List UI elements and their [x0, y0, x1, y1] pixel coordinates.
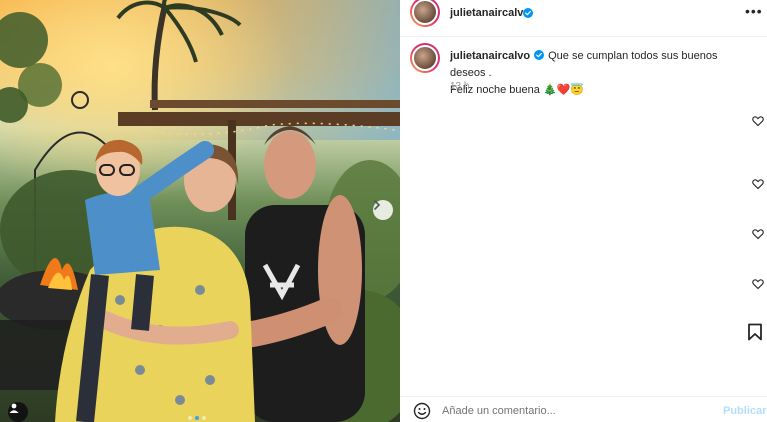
- chevron-right-icon: [374, 200, 381, 210]
- like-heart-icon[interactable]: [752, 115, 764, 127]
- emoji-icon[interactable]: [413, 402, 431, 420]
- carousel-indicator: [188, 416, 206, 420]
- author-username[interactable]: julietanaircalvo: [450, 7, 530, 19]
- caption-emojis: 🎄❤️😇: [542, 84, 585, 96]
- carousel-dot-active: [195, 416, 199, 420]
- like-heart-icon[interactable]: [752, 178, 764, 190]
- save-bookmark-icon[interactable]: [747, 323, 763, 341]
- avatar-image: [412, 45, 438, 71]
- divider: [400, 36, 767, 37]
- post-details-panel: julietanaircalvo ••• julietanaircalvo Qu…: [400, 0, 767, 422]
- family-photo-illustration: [0, 0, 400, 422]
- avatar-image: [412, 0, 438, 25]
- post-header: julietanaircalvo •••: [400, 0, 767, 30]
- user-icon: [9, 403, 19, 413]
- tagged-users-button[interactable]: [8, 402, 28, 422]
- carousel-dot: [188, 416, 192, 420]
- post-photo[interactable]: [0, 0, 400, 422]
- carousel-dot: [202, 416, 206, 420]
- verified-badge-icon: [534, 50, 545, 60]
- avatar[interactable]: [410, 43, 440, 73]
- add-comment-bar: Publicar: [400, 397, 767, 422]
- comment-input[interactable]: [442, 401, 702, 421]
- more-options-icon[interactable]: •••: [745, 4, 763, 18]
- caption-text: julietanaircalvo Que se cumplan todos su…: [450, 48, 750, 99]
- post-timestamp[interactable]: 13 h: [450, 81, 469, 92]
- verified-badge-icon: [523, 8, 533, 18]
- caption-username[interactable]: julietanaircalvo: [450, 50, 530, 62]
- like-heart-icon[interactable]: [752, 228, 764, 240]
- carousel-next-button[interactable]: [373, 200, 393, 220]
- like-heart-icon[interactable]: [752, 278, 764, 290]
- avatar[interactable]: [410, 0, 440, 27]
- publish-button[interactable]: Publicar: [723, 405, 766, 417]
